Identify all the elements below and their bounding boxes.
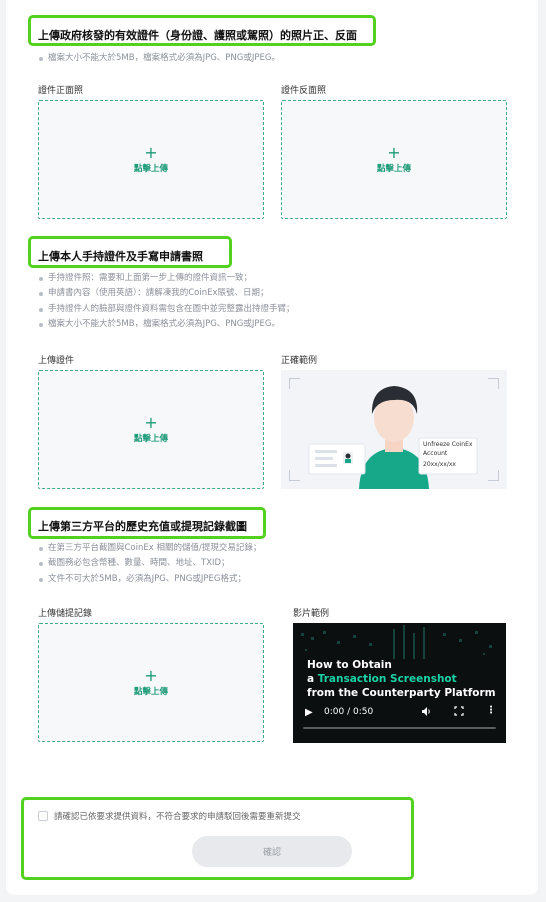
list-item: 手持證件照：需要和上面第一步上傳的證件資訊一致；	[38, 271, 295, 286]
plus-icon: +	[144, 665, 158, 685]
note-line: 20xx/xx/xx	[423, 461, 456, 468]
plus-icon: +	[144, 412, 158, 432]
handheld-upload-label: 上傳證件	[38, 356, 75, 366]
upload-text: 點擊上傳	[133, 163, 168, 174]
confirm-checkbox[interactable]	[38, 811, 48, 821]
section2-bullets: 手持證件照：需要和上面第一步上傳的證件資訊一致； 申請書內容（使用英語）：請解凍…	[38, 271, 295, 333]
list-item: 手持證件人的臉部與證件資料需包含在圖中並完整露出持證手臂；	[38, 302, 295, 317]
correct-example-image: Unfreeze CoinEx Account 20xx/xx/xx	[281, 370, 507, 489]
video-title-highlight: Transaction Screenshot	[317, 673, 457, 685]
video-title-line: from the Counterparty Platform	[307, 687, 496, 699]
back-photo-label: 證件反面照	[281, 86, 327, 96]
section1-title: 上傳政府核發的有效證件（身份證、護照或駕照）的照片正、反面	[38, 29, 357, 42]
play-icon[interactable]: ▶	[305, 707, 313, 718]
volume-icon[interactable]	[421, 706, 432, 720]
note-line: Unfreeze CoinEx	[423, 441, 473, 448]
section1-bullets: 檔案大小不能大於5MB，檔案格式必須為JPG、PNG或JPEG。	[38, 51, 280, 66]
list-item: 文件不可大於5MB，必須為JPG、PNG或JPEG格式；	[38, 572, 261, 587]
section3-bullets: 在第三方平台截圖與CoinEx 相關的儲值/提現交易記錄； 截圖務必包含幣種、數…	[38, 541, 261, 587]
list-item: 在第三方平台截圖與CoinEx 相關的儲值/提現交易記錄；	[38, 541, 261, 556]
list-item: 截圖務必包含幣種、數量、時間、地址、TXID；	[38, 556, 261, 571]
note-line: Account	[423, 450, 448, 457]
person-illustration	[308, 386, 478, 489]
confirm-checkbox-row[interactable]: 請確認已依要求提供資料，不符合要求的申請駁回後需要重新提交	[38, 810, 301, 822]
record-upload-label: 上傳儲提記錄	[38, 609, 93, 619]
fullscreen-icon[interactable]	[454, 706, 464, 719]
list-item: 檔案大小不能大於5MB，檔案格式必須為JPG、PNG或JPEG。	[38, 317, 295, 332]
more-options-icon[interactable]: ⋮	[486, 705, 496, 716]
section2-title: 上傳本人手持證件及手寫申請書照	[38, 250, 203, 263]
confirm-checkbox-label: 請確認已依要求提供資料，不符合要求的申請駁回後需要重新提交	[54, 812, 301, 822]
video-title-line: a Transaction Screenshot	[307, 673, 457, 685]
video-title-line: How to Obtain	[307, 659, 392, 671]
video-time: 0:00 / 0:50	[324, 707, 374, 717]
front-photo-upload[interactable]: + 點擊上傳	[38, 100, 264, 219]
front-photo-label: 證件正面照	[38, 86, 84, 96]
back-photo-upload[interactable]: + 點擊上傳	[281, 100, 507, 219]
section3-title: 上傳第三方平台的歷史充值或提現記錄截圖	[38, 520, 247, 533]
example-video[interactable]: How to Obtain a Transaction Screenshot f…	[293, 623, 506, 743]
upload-text: 點擊上傳	[376, 163, 411, 174]
video-controls: ▶ 0:00 / 0:50 ⋮	[293, 703, 506, 727]
upload-text: 點擊上傳	[133, 433, 168, 444]
handheld-photo-upload[interactable]: + 點擊上傳	[38, 370, 264, 489]
upload-text: 點擊上傳	[133, 686, 168, 697]
record-upload[interactable]: + 點擊上傳	[38, 623, 264, 742]
confirm-button[interactable]: 確認	[192, 836, 352, 867]
list-item: 檔案大小不能大於5MB，檔案格式必須為JPG、PNG或JPEG。	[38, 51, 280, 66]
example-label: 正確範例	[281, 356, 318, 366]
list-item: 申請書內容（使用英語）：請解凍我的CoinEx賬號、日期；	[38, 286, 295, 301]
video-example-label: 影片範例	[293, 609, 330, 619]
video-progress-bar[interactable]	[303, 727, 496, 729]
plus-icon: +	[144, 142, 158, 162]
plus-icon: +	[387, 142, 401, 162]
